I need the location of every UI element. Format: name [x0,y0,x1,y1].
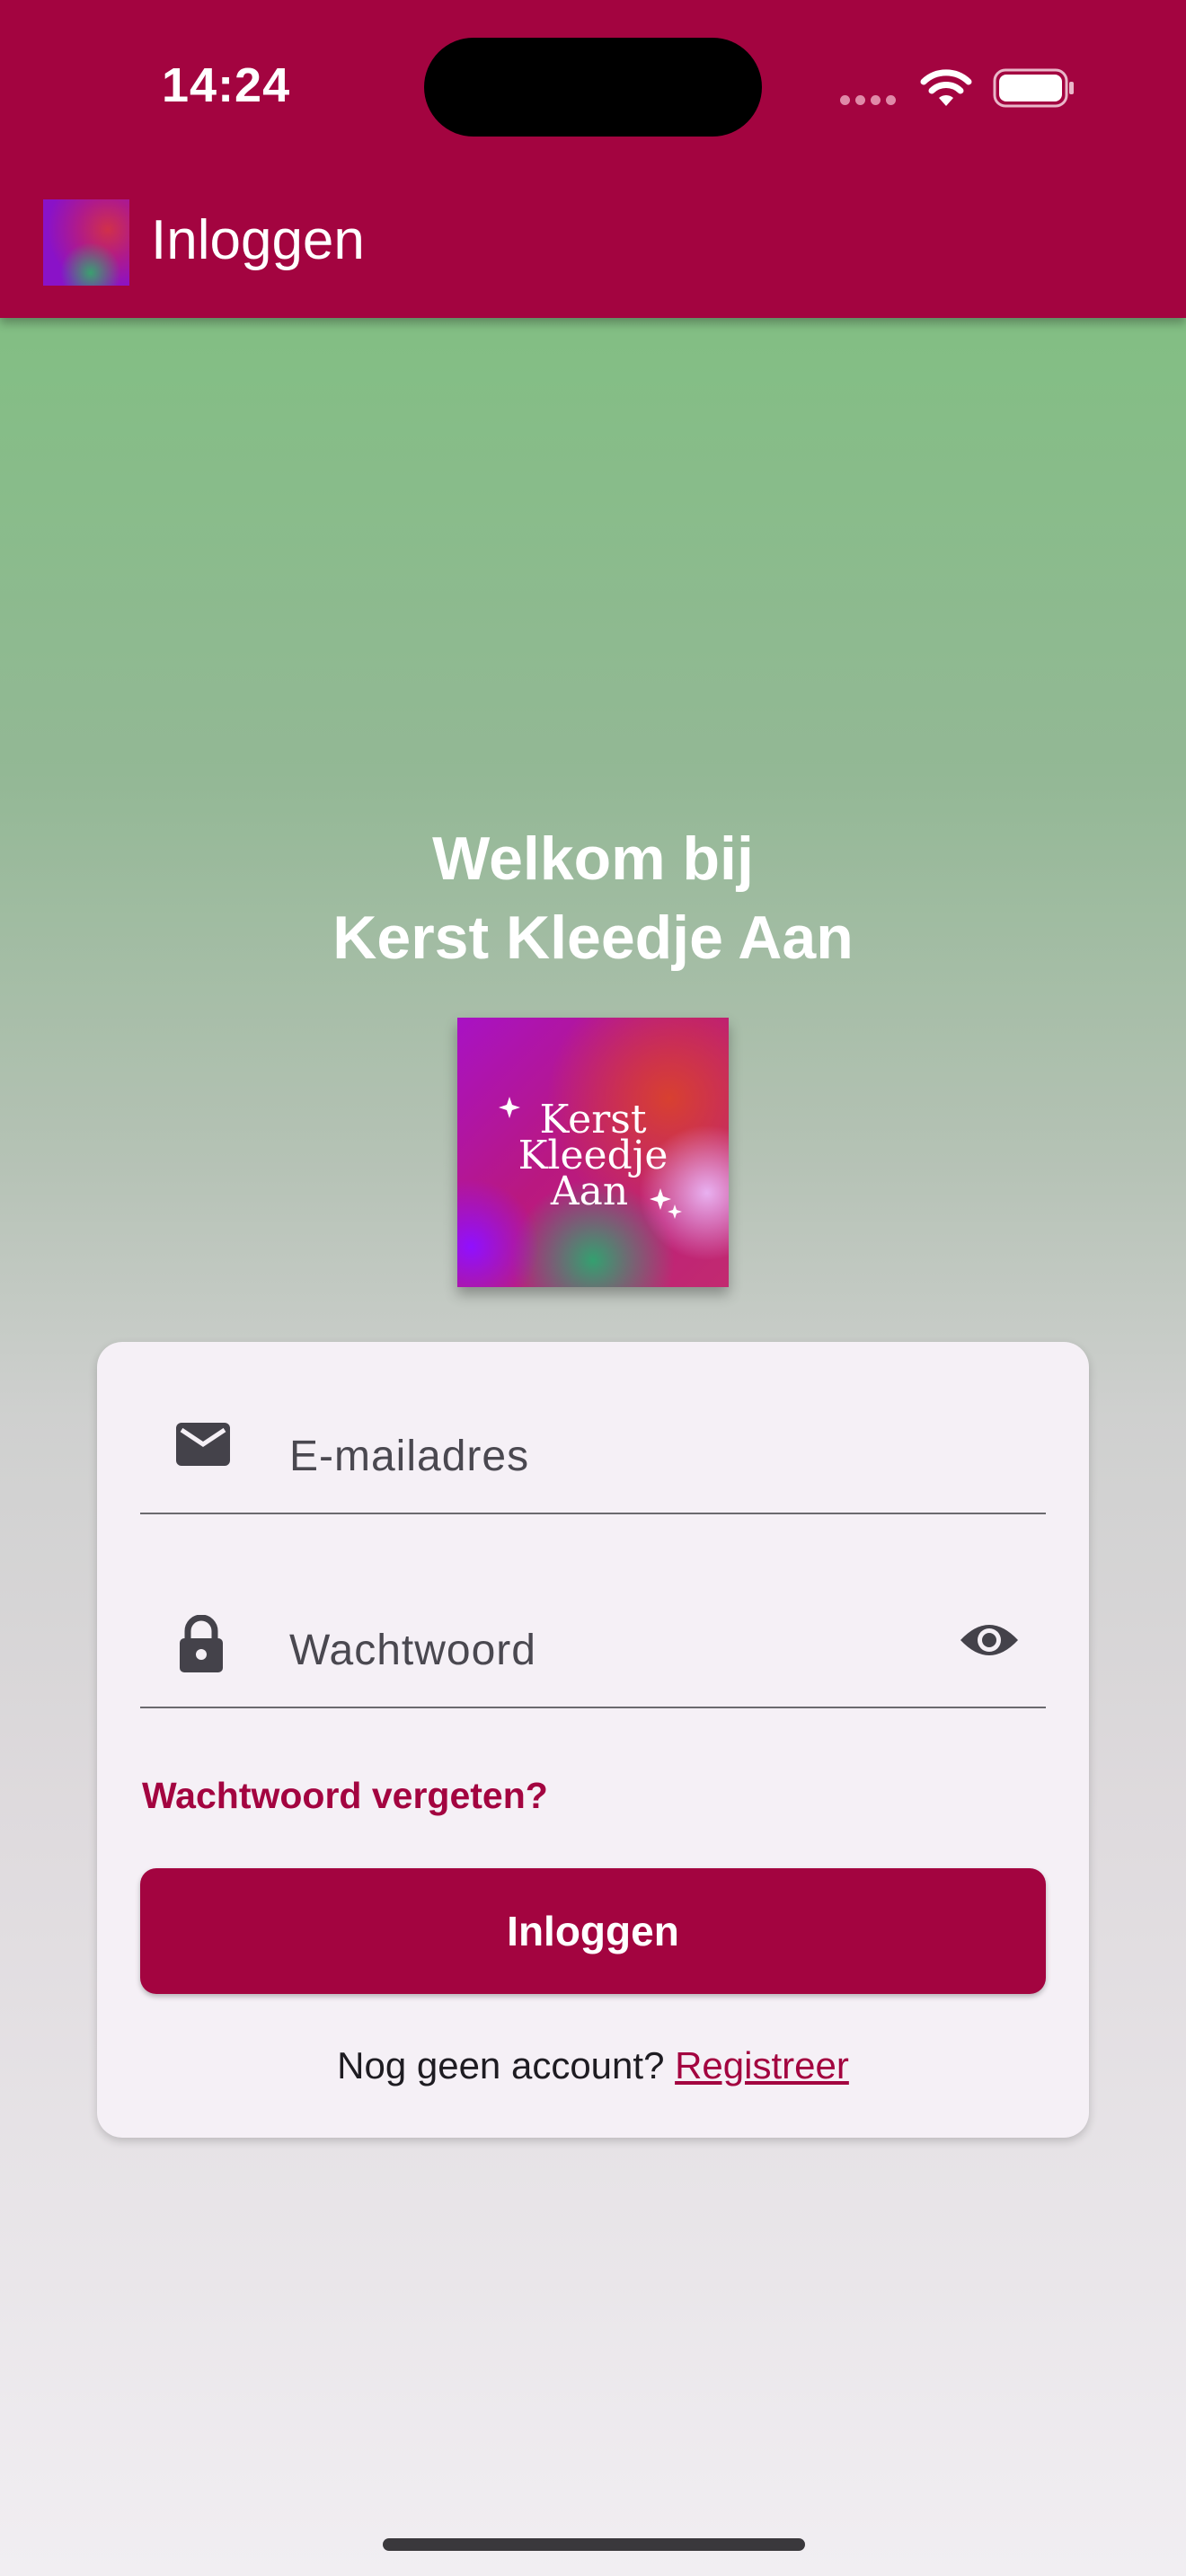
app-bar: 14:24 Inloggen [0,0,1186,318]
visibility-toggle-icon[interactable] [958,1619,1021,1662]
wifi-icon [920,69,972,106]
svg-text:Aan: Aan [550,1169,628,1214]
cellular-signal-icon [840,93,901,110]
status-time: 14:24 [162,58,291,112]
email-field[interactable]: E-mailadres [140,1378,1046,1514]
register-link[interactable]: Registreer [675,2044,849,2086]
login-button[interactable]: Inloggen [140,1868,1046,1994]
brand-logo-image: Kerst Kleedje Aan [457,1018,729,1287]
welcome-line-2: Kerst Kleedje Aan [332,904,854,972]
dynamic-island [424,38,762,137]
app-logo-icon [43,199,129,286]
lock-icon [180,1615,223,1672]
register-prompt-row: Nog geen account? Registreer [97,2044,1089,2087]
forgot-password-link[interactable]: Wachtwoord vergeten? [142,1775,548,1817]
login-card: E-mailadres Wachtwoord Wachtwoord verget… [97,1342,1089,2138]
password-input[interactable]: Wachtwoord [289,1626,536,1675]
password-field[interactable]: Wachtwoord [140,1572,1046,1708]
app-bar-title: Inloggen [151,209,365,271]
email-input[interactable]: E-mailadres [289,1432,529,1481]
battery-icon [993,68,1074,108]
welcome-heading: Welkom bij Kerst Kleedje Aan [0,819,1186,977]
mail-icon [176,1423,230,1466]
welcome-line-1: Welkom bij [432,825,754,893]
register-prompt-text: Nog geen account? [337,2044,665,2086]
home-indicator[interactable] [383,2538,805,2551]
